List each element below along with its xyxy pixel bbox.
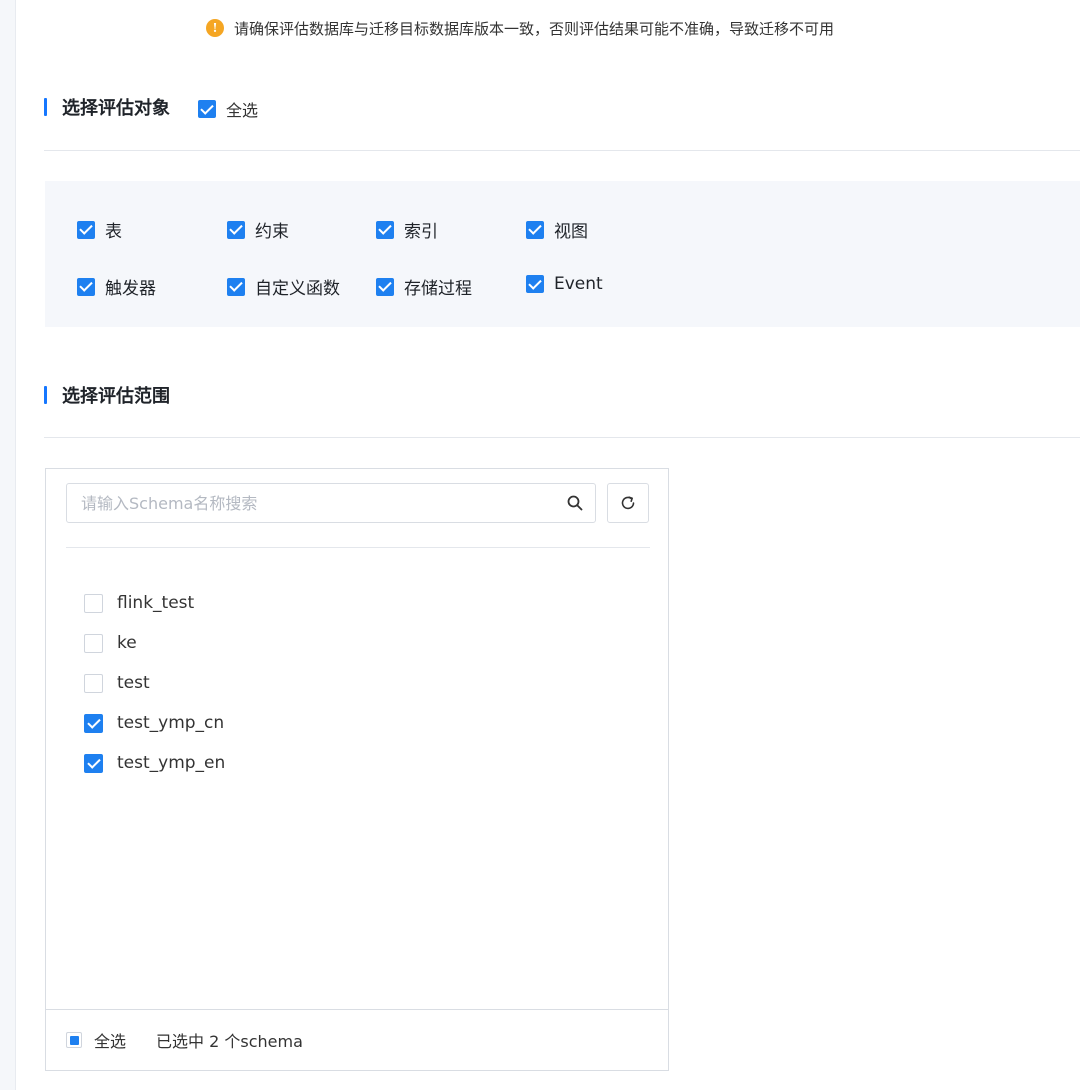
object-item-function[interactable]: 自定义函数	[227, 274, 340, 299]
schema-select-all[interactable]: 全选	[66, 1028, 126, 1052]
schema-name: ke	[117, 633, 137, 653]
object-label: 索引	[404, 222, 438, 242]
object-label: 存储过程	[404, 279, 472, 299]
schema-checkbox[interactable]	[84, 713, 103, 733]
object-item-table[interactable]: 表	[77, 217, 122, 242]
left-sidebar-strip	[0, 0, 16, 1090]
object-checkbox[interactable]	[227, 220, 245, 239]
list-item[interactable]: flink_test	[84, 583, 225, 623]
object-label: 触发器	[105, 279, 156, 299]
object-item-event[interactable]: Event	[526, 274, 603, 294]
list-item[interactable]: test	[84, 663, 225, 703]
scope-title-text: 选择评估范围	[62, 386, 170, 407]
object-label: 约束	[255, 222, 289, 242]
schema-footer: 全选 已选中 2 个schema	[46, 1009, 668, 1070]
version-notice: ! 请确保评估数据库与迁移目标数据库版本一致，否则评估结果可能不准确，导致迁移不…	[206, 17, 834, 39]
notice-text: 请确保评估数据库与迁移目标数据库版本一致，否则评估结果可能不准确，导致迁移不可用	[234, 19, 835, 38]
schema-name: test_ymp_cn	[117, 713, 225, 733]
schema-name: flink_test	[117, 593, 195, 613]
schema-select-all-checkbox[interactable]	[66, 1032, 82, 1048]
schema-checkbox[interactable]	[84, 633, 103, 653]
objects-select-all[interactable]: 全选	[198, 97, 258, 121]
schema-checkbox[interactable]	[84, 593, 103, 613]
schema-search-box[interactable]	[66, 483, 596, 523]
object-checkbox[interactable]	[376, 220, 394, 239]
schema-name: test	[117, 673, 150, 693]
scope-section-title: 选择评估范围	[44, 382, 170, 408]
schema-transfer-box: flink_test ke test test_ymp_cn test_ymp_…	[45, 468, 669, 1071]
object-checkbox[interactable]	[376, 277, 394, 296]
schema-search-input[interactable]	[81, 493, 555, 513]
object-item-index[interactable]: 索引	[376, 217, 438, 242]
objects-title-text: 选择评估对象	[62, 98, 170, 119]
search-icon[interactable]	[555, 484, 595, 522]
title-accent-bar	[44, 386, 47, 404]
selected-count-text: 已选中 2 个schema	[156, 1032, 303, 1051]
object-item-trigger[interactable]: 触发器	[77, 274, 156, 299]
schema-checkbox[interactable]	[84, 673, 103, 693]
objects-section-title: 选择评估对象	[44, 94, 170, 120]
schema-select-all-label: 全选	[94, 1032, 127, 1051]
object-item-procedure[interactable]: 存储过程	[376, 274, 472, 299]
objects-divider	[44, 150, 1080, 151]
scope-divider	[44, 437, 1080, 438]
list-item[interactable]: test_ymp_cn	[84, 703, 225, 743]
object-label: 表	[105, 222, 122, 242]
object-checkbox[interactable]	[227, 277, 245, 296]
object-label: 视图	[554, 222, 588, 242]
object-label: 自定义函数	[255, 279, 340, 299]
refresh-icon	[621, 496, 635, 510]
schema-name: test_ymp_en	[117, 753, 226, 773]
objects-select-all-label: 全选	[226, 101, 259, 120]
object-label: Event	[554, 274, 603, 294]
object-item-constraint[interactable]: 约束	[227, 217, 289, 242]
object-checkbox[interactable]	[526, 275, 544, 293]
refresh-button[interactable]	[607, 483, 649, 523]
list-item[interactable]: test_ymp_en	[84, 743, 225, 783]
list-item[interactable]: ke	[84, 623, 225, 663]
object-checkbox[interactable]	[77, 220, 95, 239]
object-checkbox[interactable]	[77, 277, 95, 296]
schema-list: flink_test ke test test_ymp_cn test_ymp_…	[84, 583, 225, 783]
title-accent-bar	[44, 98, 47, 116]
objects-panel: 表 约束 索引 视图 触发器 自定义函数 存储过程 Event	[45, 181, 1080, 327]
schema-checkbox[interactable]	[84, 753, 103, 773]
object-item-view[interactable]: 视图	[526, 217, 588, 242]
search-divider	[66, 547, 650, 548]
object-checkbox[interactable]	[526, 220, 544, 239]
info-icon: !	[206, 19, 224, 37]
objects-select-all-checkbox[interactable]	[198, 100, 216, 118]
